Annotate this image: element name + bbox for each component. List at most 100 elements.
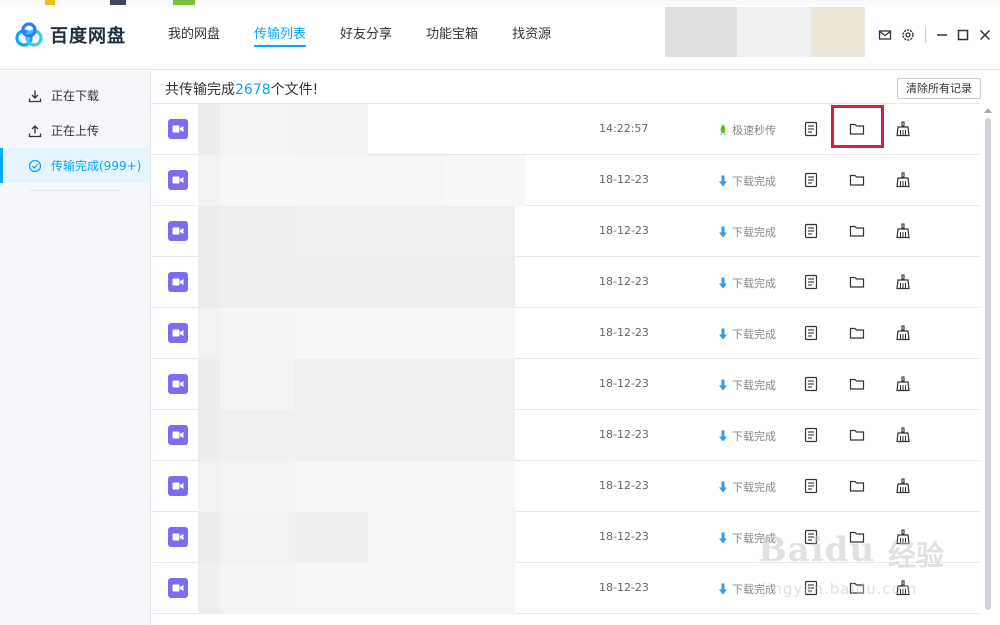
- table-row[interactable]: 18-12-23 下载完成: [152, 257, 980, 308]
- video-file-icon: [168, 476, 188, 496]
- table-row[interactable]: 18-12-23 下载完成: [152, 461, 980, 512]
- nav-transfer-list[interactable]: 传输列表: [254, 0, 307, 70]
- avatar[interactable]: [811, 7, 865, 57]
- blurred-user-area: [737, 7, 811, 57]
- scroll-up-arrow[interactable]: [984, 108, 992, 113]
- sidebar-item-uploading[interactable]: 正在上传: [0, 113, 150, 148]
- clear-record-icon[interactable]: [894, 324, 912, 342]
- transfer-status-label: 下载完成: [732, 532, 776, 545]
- transfer-complete-panel: 共传输完成2678个文件! 清除所有记录 14:22:57 极速秒传 18-12-2…: [152, 71, 1000, 625]
- video-file-icon: [168, 323, 188, 343]
- clear-record-icon[interactable]: [894, 426, 912, 444]
- view-details-icon[interactable]: [802, 273, 820, 291]
- view-details-icon[interactable]: [802, 222, 820, 240]
- open-folder-icon[interactable]: [848, 426, 866, 444]
- view-details-icon[interactable]: [802, 579, 820, 597]
- transfer-status: 下载完成: [718, 428, 776, 444]
- scrollbar[interactable]: [980, 104, 1000, 625]
- scrollbar-thumb[interactable]: [985, 118, 991, 610]
- download-arrow-icon: [718, 226, 732, 238]
- view-details-icon[interactable]: [802, 324, 820, 342]
- video-file-icon: [168, 272, 188, 292]
- table-row[interactable]: 18-12-23 下载完成: [152, 512, 980, 563]
- clear-record-icon[interactable]: [894, 171, 912, 189]
- nav-find-resources[interactable]: 找资源: [512, 0, 551, 70]
- clear-record-icon[interactable]: [894, 273, 912, 291]
- maximize-icon[interactable]: [955, 27, 971, 43]
- table-row[interactable]: 18-12-23 下载完成: [152, 308, 980, 359]
- clear-record-icon[interactable]: [894, 477, 912, 495]
- main-nav: 我的网盘 传输列表 好友分享 功能宝箱 找资源: [168, 0, 585, 70]
- open-folder-icon[interactable]: [848, 375, 866, 393]
- transfer-time: 18-12-23: [599, 377, 649, 390]
- transfer-status-label: 极速秒传: [732, 124, 776, 137]
- clear-record-icon[interactable]: [894, 222, 912, 240]
- video-file-icon: [168, 425, 188, 445]
- table-row[interactable]: 18-12-23 下载完成: [152, 563, 980, 614]
- sidebar-item-downloading[interactable]: 正在下载: [0, 78, 150, 113]
- table-row[interactable]: 18-12-23 下载完成: [152, 155, 980, 206]
- view-details-icon[interactable]: [802, 120, 820, 138]
- table-row[interactable]: 14:22:57 极速秒传: [152, 104, 980, 155]
- download-arrow-icon: [718, 328, 732, 340]
- download-arrow-icon: [718, 532, 732, 544]
- view-details-icon[interactable]: [802, 375, 820, 393]
- open-folder-icon[interactable]: [848, 222, 866, 240]
- sidebar-item-label: 传输完成(999+): [51, 159, 142, 173]
- transfer-time: 18-12-23: [599, 173, 649, 186]
- app-logo: 百度网盘: [14, 20, 126, 50]
- settings-icon[interactable]: [900, 27, 916, 43]
- sidebar-item-completed[interactable]: 传输完成(999+): [0, 148, 150, 183]
- download-arrow-icon: [718, 175, 732, 187]
- clear-record-icon[interactable]: [894, 528, 912, 546]
- view-details-icon[interactable]: [802, 171, 820, 189]
- clear-record-icon[interactable]: [894, 579, 912, 597]
- table-row[interactable]: 18-12-23 下载完成: [152, 410, 980, 461]
- transfer-status-label: 下载完成: [732, 379, 776, 392]
- transfer-status: 下载完成: [718, 173, 776, 189]
- transfer-status-label: 下载完成: [732, 175, 776, 188]
- minimize-icon[interactable]: [934, 27, 950, 43]
- transfer-time: 18-12-23: [599, 530, 649, 543]
- table-row[interactable]: 18-12-23 下载完成: [152, 359, 980, 410]
- open-folder-icon[interactable]: [848, 324, 866, 342]
- title-bar: 百度网盘 我的网盘 传输列表 好友分享 功能宝箱 找资源: [0, 0, 1000, 70]
- close-icon[interactable]: [977, 27, 993, 43]
- download-icon: [28, 90, 42, 102]
- view-details-icon[interactable]: [802, 477, 820, 495]
- nav-toolbox[interactable]: 功能宝箱: [426, 0, 478, 70]
- open-folder-icon[interactable]: [848, 579, 866, 597]
- app-name: 百度网盘: [50, 26, 126, 47]
- video-file-icon: [168, 221, 188, 241]
- video-file-icon: [168, 119, 188, 139]
- view-details-icon[interactable]: [802, 426, 820, 444]
- summary-count: 2678: [235, 82, 271, 98]
- open-folder-icon[interactable]: [848, 171, 866, 189]
- table-row[interactable]: 18-12-23 下载完成: [152, 206, 980, 257]
- sidebar: 正在下载 正在上传 传输完成(999+): [0, 71, 151, 625]
- nav-friend-share[interactable]: 好友分享: [340, 0, 392, 70]
- transfer-status: 下载完成: [718, 224, 776, 240]
- upload-icon: [28, 124, 42, 137]
- transfer-list: 14:22:57 极速秒传 18-12-23 下载完成 18-12-23 下载完成 18-1…: [152, 104, 980, 614]
- clear-record-icon[interactable]: [894, 375, 912, 393]
- mail-icon[interactable]: [877, 27, 893, 43]
- download-arrow-icon: [718, 583, 732, 595]
- transfer-summary: 共传输完成2678个文件!: [165, 79, 318, 99]
- transfer-time: 18-12-23: [599, 479, 649, 492]
- video-file-icon: [168, 578, 188, 598]
- check-circle-icon: [28, 159, 42, 172]
- transfer-time: 18-12-23: [599, 326, 649, 339]
- nav-my-drive[interactable]: 我的网盘: [168, 0, 220, 70]
- transfer-status-label: 下载完成: [732, 430, 776, 443]
- download-arrow-icon: [718, 481, 732, 493]
- open-folder-icon[interactable]: [848, 120, 866, 138]
- open-folder-icon[interactable]: [848, 528, 866, 546]
- open-folder-icon[interactable]: [848, 273, 866, 291]
- open-folder-icon[interactable]: [848, 477, 866, 495]
- transfer-time: 18-12-23: [599, 224, 649, 237]
- clear-all-records-button[interactable]: 清除所有记录: [897, 78, 981, 99]
- clear-record-icon[interactable]: [894, 120, 912, 138]
- transfer-time: 18-12-23: [599, 428, 649, 441]
- view-details-icon[interactable]: [802, 528, 820, 546]
